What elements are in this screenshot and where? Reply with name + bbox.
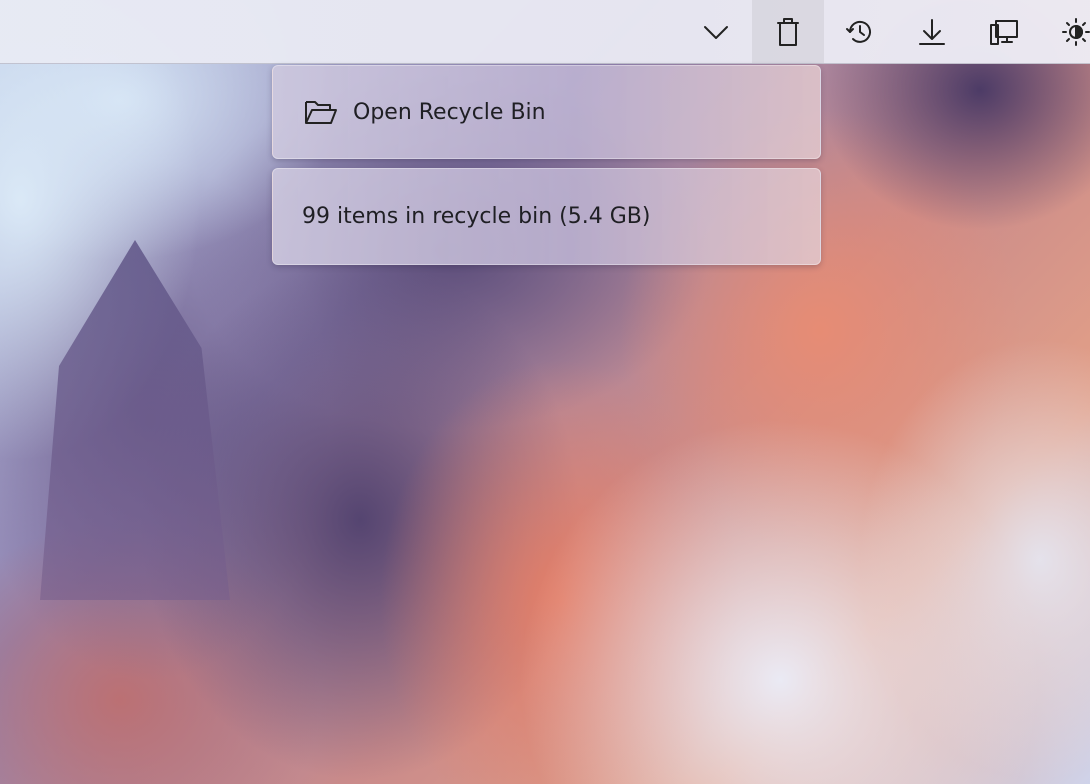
trash-icon	[777, 17, 799, 46]
wallpaper-spire-shape	[40, 240, 230, 600]
open-recycle-bin-item[interactable]: Open Recycle Bin	[272, 65, 821, 159]
monitor-button[interactable]	[968, 0, 1040, 63]
recycle-bin-status: 99 items in recycle bin (5.4 GB)	[272, 168, 821, 265]
chevron-down-icon	[704, 25, 728, 39]
history-button[interactable]	[824, 0, 896, 63]
history-icon	[846, 20, 871, 43]
brightness-button[interactable]	[1040, 0, 1090, 63]
top-toolbar	[0, 0, 1090, 64]
recycle-bin-status-text: 99 items in recycle bin (5.4 GB)	[302, 204, 651, 229]
download-icon	[919, 18, 945, 45]
recycle-bin-button[interactable]	[752, 0, 824, 63]
chevron-down-button[interactable]	[680, 0, 752, 63]
brightness-icon	[1062, 17, 1090, 46]
download-button[interactable]	[896, 0, 968, 63]
open-recycle-bin-label: Open Recycle Bin	[353, 99, 546, 125]
folder-open-icon	[303, 94, 339, 130]
desktop-wallpaper: Open Recycle Bin 99 items in recycle bin…	[0, 0, 1090, 784]
monitor-icon	[990, 19, 1018, 45]
